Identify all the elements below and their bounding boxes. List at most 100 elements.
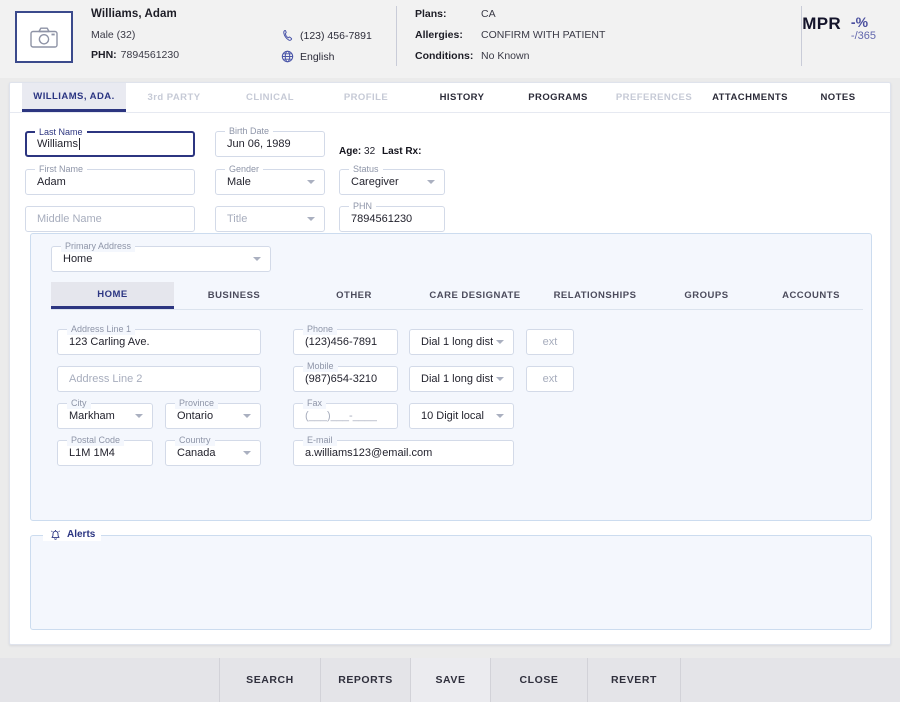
text-caret [78, 138, 80, 150]
patient-language-row: English [281, 50, 396, 63]
fax-field[interactable]: Fax (___)___-____ [293, 398, 398, 429]
toolbar-right-spacer [681, 658, 900, 702]
patient-phn-label: PHN: [91, 49, 117, 61]
age-value: 32 [364, 146, 376, 157]
first-name-field[interactable]: First Name Adam [25, 164, 195, 195]
phn-input[interactable]: 7894561230 [351, 207, 424, 231]
email-input[interactable]: a.williams123@email.com [305, 441, 493, 465]
address-subtab-bar: HOME BUSINESS OTHER CARE DESIGNATE RELAT… [51, 282, 863, 310]
bell-icon [51, 530, 60, 540]
clinical-row-conditions: Conditions: No Known [415, 50, 655, 62]
phone-ext-input[interactable]: ext [538, 330, 562, 354]
chevron-down-icon [253, 257, 261, 261]
mobile-dial-select[interactable]: Dial 1 long dist [409, 366, 514, 392]
clinical-row-plans: Plans: CA [415, 8, 655, 20]
conditions-value: No Known [481, 50, 530, 62]
email-field[interactable]: E-mail a.williams123@email.com [293, 435, 514, 466]
address-line2-input[interactable]: Address Line 2 [69, 367, 240, 391]
last-name-field[interactable]: Last Name Williams [25, 127, 195, 157]
address-line2-field[interactable]: Address Line 2 [57, 366, 261, 392]
subtab-other[interactable]: OTHER [294, 282, 414, 309]
middle-name-input[interactable]: Middle Name [37, 207, 174, 231]
province-select[interactable]: Province Ontario [165, 398, 261, 429]
phone-input[interactable]: (123)456-7891 [305, 330, 377, 354]
header-divider-left [396, 6, 397, 66]
mobile-ext-field[interactable]: ext [526, 366, 574, 392]
main-tab-bar: WILLIAMS, ADA. 3rd PARTY CLINICAL PROFIL… [10, 83, 890, 113]
fax-dial-value: 10 Digit local [421, 410, 484, 422]
gender-select[interactable]: Gender Male [215, 164, 325, 195]
patient-record-card: WILLIAMS, ADA. 3rd PARTY CLINICAL PROFIL… [9, 82, 891, 645]
chevron-down-icon [243, 451, 251, 455]
tab-patient[interactable]: WILLIAMS, ADA. [22, 83, 126, 112]
tab-programs[interactable]: PROGRAMS [510, 83, 606, 112]
close-button[interactable]: CLOSE [491, 658, 587, 702]
subtab-relationships[interactable]: RELATIONSHIPS [536, 282, 654, 309]
mobile-ext-input[interactable]: ext [538, 367, 562, 391]
last-rx-label: Last Rx: [382, 146, 422, 157]
phone-ext-field[interactable]: ext [526, 329, 574, 355]
tab-history-label: HISTORY [439, 92, 485, 103]
title-select[interactable]: Title [215, 206, 325, 232]
subtab-home-label: HOME [97, 288, 128, 300]
search-button[interactable]: SEARCH [220, 658, 320, 702]
last-name-input[interactable]: Williams [37, 133, 173, 155]
patient-phn: PHN: 7894561230 [91, 49, 281, 61]
city-select[interactable]: City Markham [57, 398, 153, 429]
province-value: Ontario [177, 410, 214, 422]
tab-attachments[interactable]: ATTACHMENTS [702, 83, 798, 112]
postal-code-input[interactable]: L1M 1M4 [69, 441, 132, 465]
plans-label: Plans: [415, 8, 447, 20]
gender-value: Male [227, 176, 251, 188]
mobile-dial-value: Dial 1 long dist [421, 373, 493, 385]
fax-input[interactable]: (___)___-____ [305, 404, 377, 428]
mpr-values: -% -/365 [851, 14, 876, 42]
address-line1-field[interactable]: Address Line 1 123 Carling Ave. [57, 324, 261, 355]
mpr-label: MPR [802, 14, 841, 33]
patient-gender-age-value: Male (32) [91, 29, 136, 41]
middle-name-field[interactable]: Middle Name [25, 206, 195, 232]
birth-date-field[interactable]: Birth Date Jun 06, 1989 [215, 126, 325, 157]
revert-button[interactable]: REVERT [588, 658, 680, 702]
subtab-groups-label: GROUPS [684, 290, 729, 301]
fax-dial-select[interactable]: 10 Digit local [409, 403, 514, 429]
title-value: Title [227, 213, 248, 225]
subtab-groups[interactable]: GROUPS [654, 282, 759, 309]
patient-phone-row: (123) 456-7891 [281, 29, 396, 42]
subtab-accounts[interactable]: ACCOUNTS [759, 282, 863, 309]
phn-field[interactable]: PHN 7894561230 [339, 201, 445, 232]
last-rx-readout: Last Rx: [382, 146, 424, 157]
patient-language-value: English [300, 50, 335, 63]
birth-date-input[interactable]: Jun 06, 1989 [227, 132, 304, 156]
camera-icon [30, 27, 58, 48]
subtab-business[interactable]: BUSINESS [174, 282, 294, 309]
subtab-home[interactable]: HOME [51, 282, 174, 309]
country-select[interactable]: Country Canada [165, 435, 261, 466]
primary-address-value: Home [63, 253, 93, 265]
tab-profile: PROFILE [318, 83, 414, 112]
primary-address-select[interactable]: Primary Address Home [51, 241, 271, 272]
chevron-down-icon [496, 340, 504, 344]
tab-patient-label: WILLIAMS, ADA. [33, 90, 115, 102]
mobile-field[interactable]: Mobile (987)654-3210 [293, 361, 398, 392]
phone-dial-select[interactable]: Dial 1 long dist [409, 329, 514, 355]
phone-field[interactable]: Phone (123)456-7891 [293, 324, 398, 355]
address-line1-input[interactable]: 123 Carling Ave. [69, 330, 240, 354]
tab-notes[interactable]: NOTES [798, 83, 878, 112]
first-name-input[interactable]: Adam [37, 170, 174, 194]
patient-photo-placeholder[interactable] [15, 11, 73, 63]
globe-icon [281, 50, 294, 63]
save-button[interactable]: SAVE [411, 658, 490, 702]
tab-clinical: CLINICAL [222, 83, 318, 112]
tab-history[interactable]: HISTORY [414, 83, 510, 112]
subtab-care-designate[interactable]: CARE DESIGNATE [414, 282, 536, 309]
mobile-input[interactable]: (987)654-3210 [305, 367, 377, 391]
reports-button[interactable]: REPORTS [321, 658, 410, 702]
phone-dial-value: Dial 1 long dist [421, 336, 493, 348]
status-select[interactable]: Status Caregiver [339, 164, 445, 195]
postal-code-field[interactable]: Postal Code L1M 1M4 [57, 435, 153, 466]
patient-clinical-summary: Plans: CA Allergies: CONFIRM WITH PATIEN… [415, 8, 655, 71]
alerts-section[interactable]: Alerts [30, 528, 872, 630]
revert-button-label: REVERT [611, 674, 657, 686]
tab-preferences-label: PREFERENCES [615, 92, 693, 103]
